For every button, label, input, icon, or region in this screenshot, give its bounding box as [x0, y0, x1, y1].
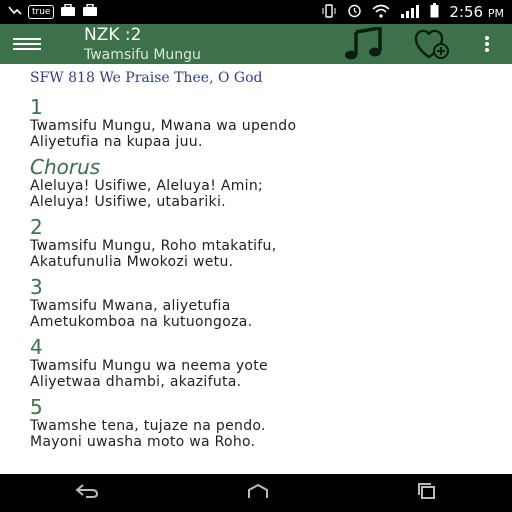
navigation-bar — [0, 474, 512, 512]
back-icon[interactable] — [74, 483, 100, 503]
verse-number: 1 — [30, 95, 43, 119]
app-bar-titles: NZK :2 Twamsifu Mungu — [84, 24, 201, 63]
verse-number: 3 — [30, 275, 43, 299]
verse-3: 3 Twamsifu Mwana, aliyetufia Ametukomboa… — [30, 276, 498, 330]
chorus-label: Chorus — [30, 155, 101, 179]
verse-5: 5 Twamshe tena, tujaze na pendo. Mayoni … — [30, 396, 498, 450]
verse-line: Akatufunulia Mwokozi wetu. — [30, 254, 234, 270]
status-bar: true 2:56 PM — [0, 0, 512, 24]
favorite-add-icon[interactable] — [400, 24, 462, 64]
verse-line: Mayoni uwasha moto wa Roho. — [30, 434, 256, 450]
home-icon[interactable] — [247, 483, 269, 503]
vibrate-icon — [321, 3, 337, 21]
verse-number: 5 — [30, 395, 43, 419]
briefcase-icon — [60, 3, 76, 20]
music-note-icon[interactable] — [330, 24, 400, 64]
page-subtitle: Twamsifu Mungu — [84, 46, 201, 63]
verse-number: 2 — [30, 215, 43, 239]
alarm-icon — [347, 3, 362, 21]
verse-line: Twamsifu Mwana, aliyetufia — [30, 298, 231, 314]
menu-icon[interactable] — [0, 24, 54, 64]
verse-2: 2 Twamsifu Mungu, Roho mtakatifu, Akatuf… — [30, 216, 498, 270]
briefcase-icon-2 — [82, 3, 98, 20]
verse-4: 4 Twamsifu Mungu wa neema yote Aliyetwaa… — [30, 336, 498, 390]
verse-number: 4 — [30, 335, 43, 359]
verse-line: Twamshe tena, tujaze na pendo. — [30, 418, 266, 434]
hymn-content[interactable]: SFW 818 We Praise Thee, O God 1 Twamsifu… — [0, 64, 498, 474]
verse-line: Twamsifu Mungu wa neema yote — [30, 358, 268, 374]
missed-call-icon — [8, 5, 22, 20]
hymn-title: SFW 818 We Praise Thee, O God — [30, 70, 263, 86]
recent-apps-icon[interactable] — [416, 482, 438, 504]
wifi-icon — [372, 4, 390, 21]
app-bar: NZK :2 Twamsifu Mungu — [0, 24, 512, 64]
battery-icon — [430, 3, 439, 21]
overflow-menu-icon[interactable] — [462, 24, 512, 64]
verse-line: Twamsifu Mungu, Roho mtakatifu, — [30, 238, 277, 254]
verse-1: 1 Twamsifu Mungu, Mwana wa upendo Aliyet… — [30, 96, 498, 150]
verse-line: Ametukomboa na kutuongoza. — [30, 314, 253, 330]
carrier-badge: true — [28, 5, 55, 19]
signal-icon — [400, 4, 420, 21]
verse-line: Aleluya! Usifiwe, utabariki. — [30, 194, 226, 210]
page-title: NZK :2 — [84, 24, 142, 45]
clock: 2:56 PM — [449, 3, 504, 21]
scroll-gutter — [498, 64, 512, 474]
verse-line: Twamsifu Mungu, Mwana wa upendo — [30, 118, 297, 134]
chorus: Chorus Aleluya! Usifiwe, Aleluya! Amin; … — [30, 156, 498, 210]
verse-line: Aleluya! Usifiwe, Aleluya! Amin; — [30, 178, 264, 194]
verse-line: Aliyetufia na kupaa juu. — [30, 134, 203, 150]
verse-line: Aliyetwaa dhambi, akazifuta. — [30, 374, 242, 390]
